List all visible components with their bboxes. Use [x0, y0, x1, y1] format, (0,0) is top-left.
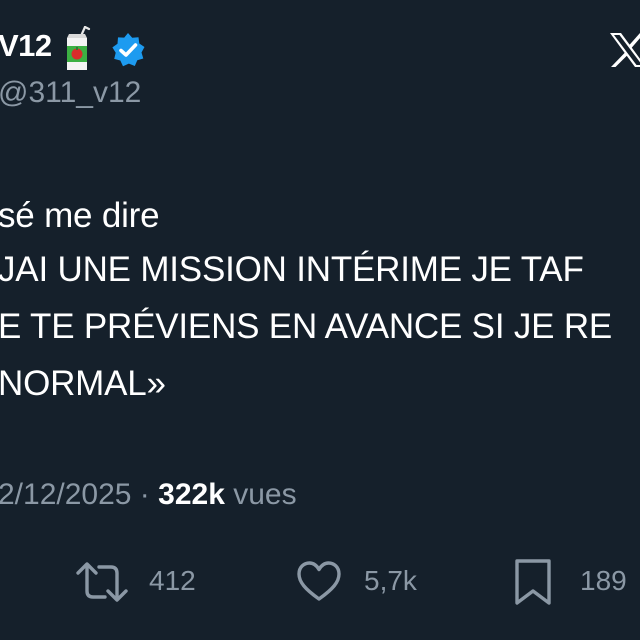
verified-badge-icon: [112, 33, 145, 67]
author-handle[interactable]: @311_v12: [0, 76, 141, 110]
tweet-text-line-1: sé me dire: [0, 196, 160, 235]
tweet-text-line-3: E TE PRÉVIENS EN AVANCE SI JE RE: [0, 307, 613, 346]
tweet-meta: 2/12/2025 · 322k vues: [0, 478, 297, 512]
like-count: 5,7k: [364, 565, 417, 596]
views-label: vues: [224, 478, 297, 511]
heart-icon[interactable]: [296, 560, 342, 604]
tweet-date[interactable]: 2/12/2025: [0, 478, 131, 511]
retweet-icon[interactable]: [74, 560, 130, 604]
retweet-count: 412: [149, 565, 196, 596]
juice-box-icon: [67, 26, 91, 70]
meta-separator: ·: [131, 478, 159, 511]
bookmark-icon[interactable]: [512, 558, 554, 606]
author-display-name[interactable]: V12: [0, 28, 52, 64]
bookmark-count: 189: [580, 565, 627, 596]
x-logo-icon[interactable]: [608, 30, 640, 70]
tweet-text-line-2: JAI UNE MISSION INTÉRIME JE TAF: [0, 250, 584, 289]
views-count: 322k: [158, 478, 225, 511]
tweet-text-line-4: NORMAL»: [0, 364, 166, 403]
